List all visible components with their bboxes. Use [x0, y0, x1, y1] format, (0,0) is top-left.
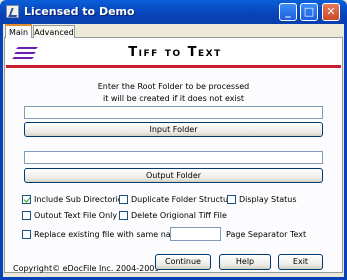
duplicate-folder-structure-checkbox[interactable]: Duplicate Folder Structure	[119, 195, 236, 206]
brand-logo-icon	[12, 47, 38, 59]
duplicate-folder-structure-label: Duplicate Folder Structure	[131, 195, 237, 204]
tab-advanced[interactable]: Advanced	[33, 25, 75, 38]
maximize-button[interactable]: □	[300, 3, 318, 21]
delete-original-label: Delete Origional Tiff File	[131, 211, 227, 220]
instruction-line-2: it will be created if it does not exist	[103, 94, 244, 103]
checkbox-box[interactable]	[119, 195, 128, 204]
close-button[interactable]: ✕	[322, 3, 340, 21]
output-folder-field[interactable]	[24, 151, 323, 164]
display-status-checkbox[interactable]: Display Status	[227, 195, 297, 206]
include-sub-directories-label: Include Sub Directories	[34, 195, 127, 204]
delete-original-checkbox[interactable]: Delete Origional Tiff File	[119, 211, 227, 222]
continue-button[interactable]: Continue	[155, 254, 211, 270]
minimize-button[interactable]: _	[279, 3, 297, 21]
output-text-only-checkbox[interactable]: Outout Text File Only	[22, 211, 117, 222]
display-status-label: Display Status	[239, 195, 297, 204]
checkbox-box[interactable]	[227, 195, 236, 204]
output-folder-button[interactable]: Output Folder	[24, 168, 323, 183]
title-bar[interactable]: Licensed to Demo _ □ ✕	[0, 0, 347, 24]
app-title: Tiff to Text	[128, 45, 222, 60]
exit-button[interactable]: Exit	[278, 254, 323, 270]
tab-main[interactable]: Main	[5, 24, 32, 38]
checkbox-box[interactable]	[22, 211, 31, 220]
help-button[interactable]: Help	[219, 254, 271, 270]
page-separator-label: Page Separator Text	[226, 230, 307, 239]
replace-existing-checkbox[interactable]: Replace existing file with same name	[22, 230, 183, 241]
page-separator-input[interactable]	[170, 227, 221, 241]
input-folder-field[interactable]	[24, 106, 323, 119]
include-sub-directories-checkbox[interactable]: Include Sub Directories	[22, 195, 127, 206]
app-icon	[6, 5, 19, 18]
checkbox-box[interactable]	[22, 195, 31, 204]
instruction-line-1: Enter the Root Folder to be processed	[97, 82, 250, 91]
checkbox-box[interactable]	[22, 230, 31, 239]
checkbox-box[interactable]	[119, 211, 128, 220]
window-title: Licensed to Demo	[24, 5, 135, 18]
replace-existing-label: Replace existing file with same name	[34, 230, 184, 239]
input-folder-button[interactable]: Input Folder	[24, 122, 323, 137]
copyright-text: Copyright© eDocFile Inc. 2004-2009	[13, 264, 160, 273]
output-text-only-label: Outout Text File Only	[34, 211, 118, 220]
